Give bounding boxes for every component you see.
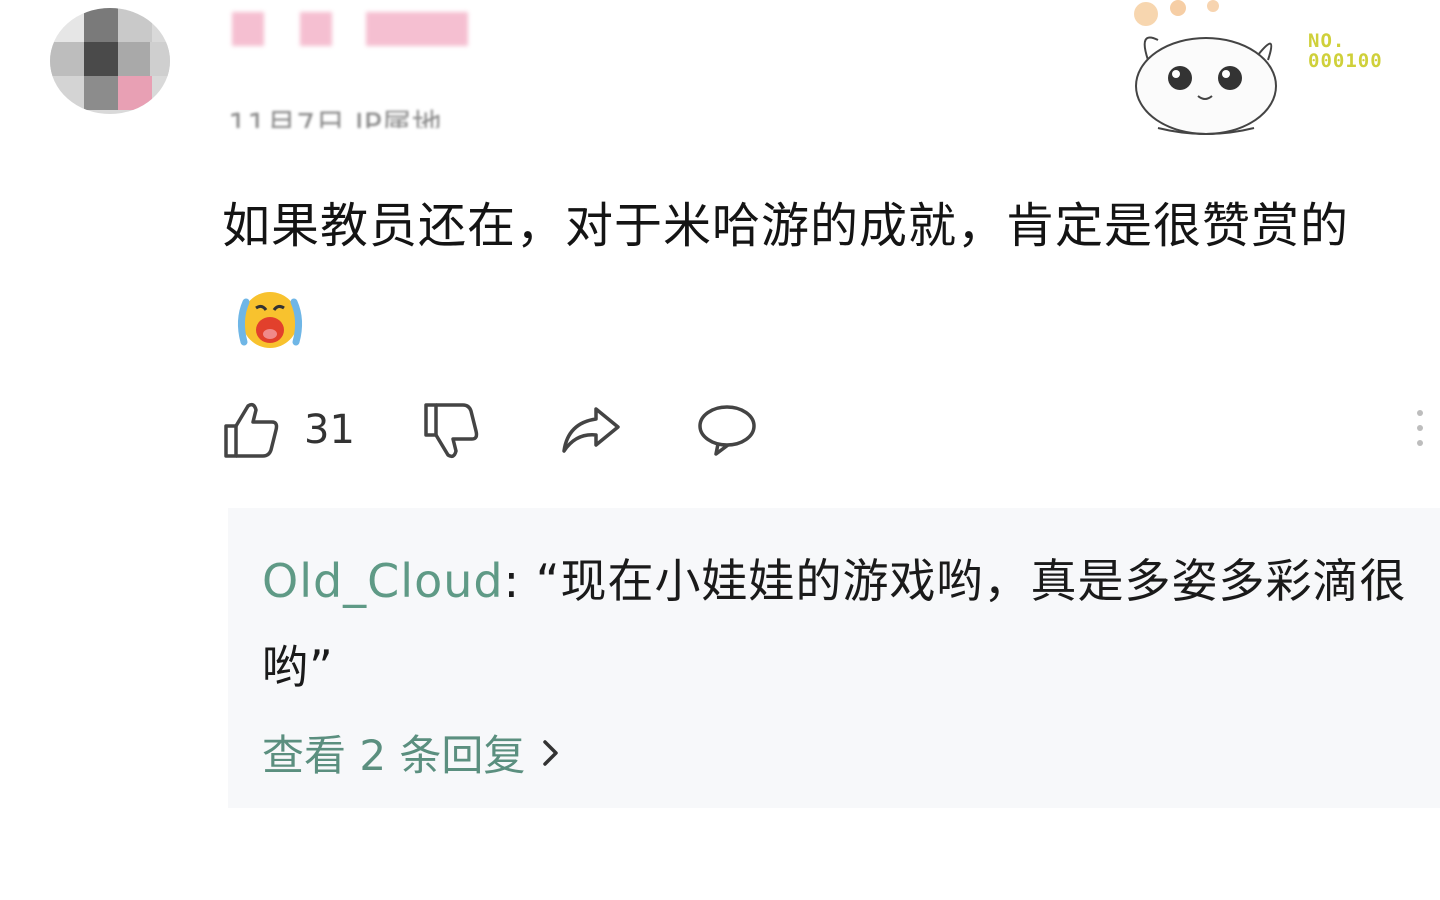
reply-author[interactable]: Old_Cloud [262,554,504,608]
view-replies-label: 查看 2 条回复 [262,731,526,780]
thumb-up-icon [224,402,279,458]
number-badge: NO. 000100 [1308,30,1383,72]
thumb-down-icon [424,403,479,459]
reply-separator: : [503,554,536,608]
reply-preview[interactable]: Old_Cloud: “现在小娃娃的游戏哟，真是多姿多彩滴很哟” 查看 2 条回… [228,508,1440,808]
comment-meta: 11月7日 IP属地 [228,108,442,128]
action-bar: 31 [222,398,1422,462]
chevron-right-icon [543,739,559,766]
comment-bubble-icon [698,405,756,456]
dislike-button[interactable] [422,398,480,462]
crying-face-emoji-icon [237,292,303,348]
badge-line2: 000100 [1308,49,1383,72]
cartoon-cat-sticker-icon [1134,0,1277,135]
view-replies-link[interactable]: 查看 2 条回复 [262,722,561,783]
comment-text: 如果教员还在，对于米哈游的成就，肯定是很赞赏的 [222,178,1422,370]
reply-line: Old_Cloud: “现在小娃娃的游戏哟，真是多姿多彩滴很哟” [262,538,1412,710]
meta-blur-overlay [255,62,615,92]
avatar[interactable] [50,8,170,114]
share-button[interactable] [560,398,622,462]
reply-button[interactable] [696,398,758,462]
like-button[interactable]: 31 [222,398,355,462]
comment-body: 如果教员还在，对于米哈游的成就，肯定是很赞赏的 [222,198,1350,254]
username-blurred[interactable] [232,12,472,46]
share-arrow-icon [562,407,620,453]
badge-line1: NO. [1308,30,1346,52]
more-vertical-icon[interactable] [1410,404,1430,460]
like-count: 31 [304,407,355,453]
